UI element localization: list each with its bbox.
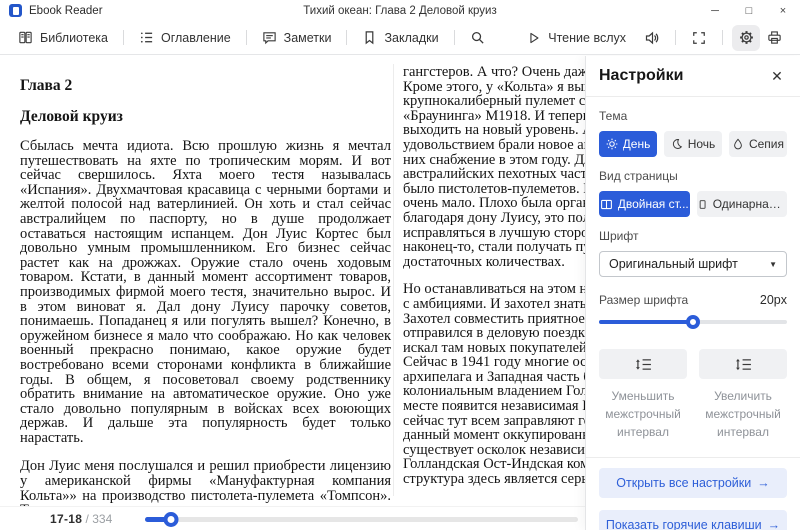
fullscreen-button[interactable] — [685, 25, 713, 51]
chapter-heading: Глава 2 — [20, 77, 391, 95]
font-select[interactable]: Оригинальный шрифт ▼ — [599, 251, 787, 277]
close-icon[interactable]: ✕ — [767, 66, 787, 86]
chevron-down-icon: ▼ — [769, 260, 777, 269]
notes-label: Заметки — [284, 31, 332, 45]
window-title: Тихий океан: Глава 2 Деловой круиз — [0, 5, 800, 17]
arrow-right-icon: → — [757, 476, 770, 490]
settings-button[interactable] — [732, 25, 760, 51]
library-icon — [18, 30, 33, 45]
page-indicator: 17-18 / 334 — [50, 512, 112, 526]
volume-button[interactable] — [638, 25, 666, 51]
page-gutter-divider — [393, 64, 394, 496]
read-aloud-label: Чтение вслух — [548, 31, 626, 45]
fullscreen-icon — [692, 31, 706, 45]
toc-label: Оглавление — [161, 31, 231, 45]
notes-button[interactable]: Заметки — [256, 25, 338, 50]
title-bar: Ebook Reader Тихий океан: Глава 2 Делово… — [0, 0, 800, 21]
single-page-icon — [697, 198, 708, 211]
arrow-right-icon: → — [768, 518, 781, 530]
settings-title: Настройки — [599, 67, 683, 85]
play-icon — [527, 31, 541, 45]
book-paragraph: Дон Луис меня послушался и решил приобре… — [20, 459, 391, 506]
theme-sepia-label: Сепия — [749, 137, 784, 151]
open-all-settings-button[interactable]: Открыть все настройки → — [599, 468, 787, 498]
library-button[interactable]: Библиотека — [12, 25, 114, 50]
print-button[interactable] — [760, 25, 788, 51]
single-page-button[interactable]: Одинарная ст... — [697, 191, 788, 217]
maximize-icon[interactable]: □ — [732, 0, 766, 21]
sepia-drop-icon — [732, 138, 744, 150]
theme-sepia-button[interactable]: Сепия — [729, 131, 787, 157]
page-view-options: Двойная ст... Одинарная ст... — [599, 191, 787, 217]
printer-icon — [767, 30, 782, 45]
bookmarks-icon — [362, 30, 377, 45]
double-page-icon — [600, 198, 613, 211]
toolbar-divider — [123, 30, 124, 45]
toc-button[interactable]: Оглавление — [133, 25, 237, 50]
decrease-line-spacing-button[interactable] — [599, 349, 687, 379]
show-hotkeys-label: Показать горячие клавиши — [606, 518, 762, 530]
book-progress-slider[interactable] — [145, 512, 578, 526]
theme-night-label: Ночь — [688, 137, 716, 151]
book-paragraph: Сбылась мечта идиота. Всю прошлую жизнь … — [20, 139, 391, 445]
theme-options: День Ночь Сепия — [599, 131, 787, 157]
single-page-label: Одинарная ст... — [713, 197, 787, 211]
font-size-slider[interactable] — [599, 315, 787, 329]
font-size-slider-thumb[interactable] — [686, 315, 700, 329]
app-name: Ebook Reader — [29, 5, 103, 17]
divider — [586, 457, 800, 458]
current-pages: 17-18 — [50, 512, 82, 526]
decrease-line-spacing-label: Уменьшить межстрочный интервал — [599, 387, 687, 441]
theme-label: Тема — [599, 109, 787, 123]
double-page-label: Двойная ст... — [618, 197, 689, 211]
toolbar-divider — [246, 30, 247, 45]
search-icon — [470, 30, 485, 45]
app-window: Ebook Reader Тихий океан: Глава 2 Делово… — [0, 0, 800, 530]
notes-icon — [262, 30, 277, 45]
toc-icon — [139, 30, 154, 45]
bookmarks-label: Закладки — [384, 31, 438, 45]
page-separator: / — [86, 512, 89, 526]
toolbar-divider — [675, 30, 676, 45]
page-view-label: Вид страницы — [599, 169, 787, 183]
read-aloud-button[interactable]: Чтение вслух — [521, 26, 632, 50]
total-pages: 334 — [92, 512, 112, 526]
slider-thumb[interactable] — [163, 512, 178, 527]
slider-track[interactable] — [145, 517, 578, 522]
font-size-label: Размер шрифта — [599, 293, 688, 307]
double-page-button[interactable]: Двойная ст... — [599, 191, 690, 217]
open-all-settings-label: Открыть все настройки — [616, 476, 751, 490]
chapter-subtitle: Деловой круиз — [20, 108, 391, 126]
gear-icon — [739, 30, 754, 45]
volume-icon — [644, 30, 660, 46]
left-page: Глава 2 Деловой круиз Сбылась мечта идио… — [20, 77, 391, 506]
search-button[interactable] — [464, 25, 492, 51]
font-size-value: 20px — [760, 293, 787, 307]
line-spacing-decrease-icon — [635, 358, 652, 371]
app-logo-icon — [9, 4, 22, 17]
theme-day-button[interactable]: День — [599, 131, 657, 157]
pagination-bar: 17-18 / 334 — [0, 506, 585, 530]
toolbar-divider — [722, 30, 723, 45]
library-label: Библиотека — [40, 31, 108, 45]
divider — [586, 96, 800, 97]
increase-line-spacing-button[interactable] — [699, 349, 787, 379]
sun-icon — [606, 138, 618, 150]
font-label: Шрифт — [599, 229, 787, 243]
moon-icon — [671, 138, 683, 150]
toolbar: Библиотека Оглавление Заметки Закладки — [0, 21, 800, 55]
font-select-value: Оригинальный шрифт — [609, 257, 738, 271]
toolbar-divider — [346, 30, 347, 45]
font-size-slider-fill — [599, 320, 693, 324]
close-window-icon[interactable]: × — [766, 0, 800, 21]
toolbar-divider — [454, 30, 455, 45]
show-hotkeys-button[interactable]: Показать горячие клавиши → — [599, 510, 787, 530]
theme-night-button[interactable]: Ночь — [664, 131, 722, 157]
minimize-icon[interactable]: ─ — [698, 0, 732, 21]
line-spacing-increase-icon — [735, 358, 752, 371]
theme-day-label: День — [623, 137, 651, 151]
settings-panel: Настройки ✕ Тема День Ночь С — [585, 56, 800, 530]
increase-line-spacing-label: Увеличить межстрочный интервал — [699, 387, 787, 441]
bookmarks-button[interactable]: Закладки — [356, 25, 444, 50]
